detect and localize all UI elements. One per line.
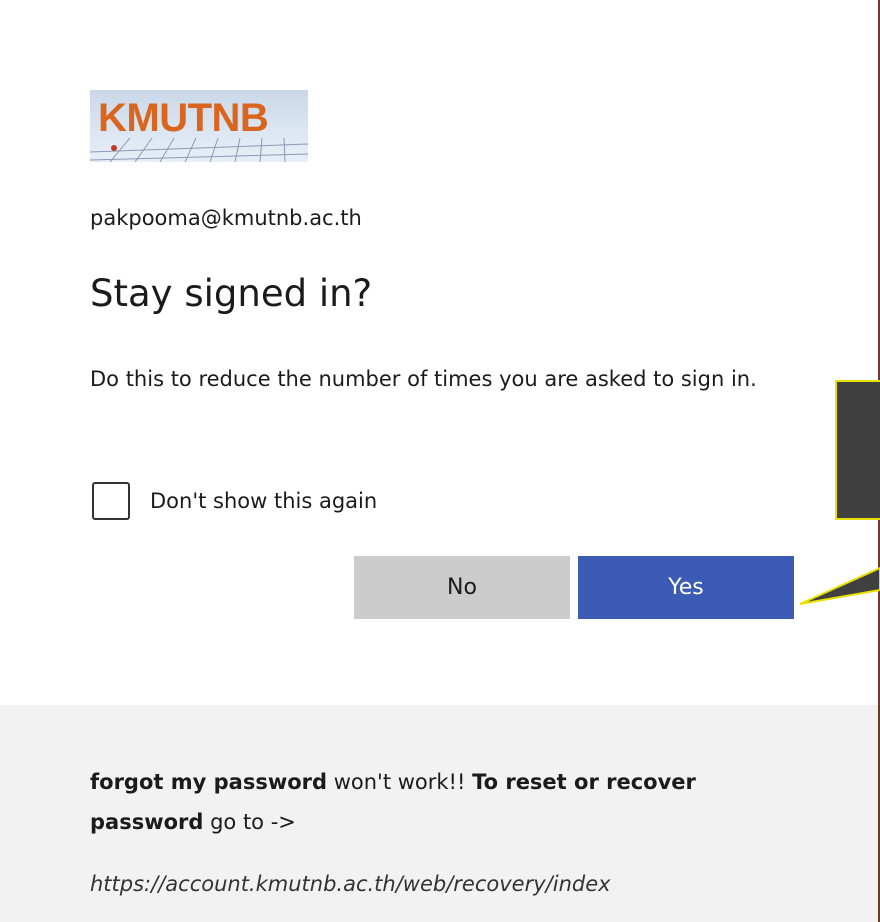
footer-banner: forgot my password won't work!! To reset… xyxy=(0,705,878,922)
footer-wont-work-text: won't work!! xyxy=(327,770,473,794)
sign-in-card: KMUTNB pakpooma@kmutnb.ac.th Stay signed… xyxy=(0,0,878,922)
page-title: Stay signed in? xyxy=(90,272,373,315)
account-email: pakpooma@kmutnb.ac.th xyxy=(90,206,362,230)
dont-show-again-checkbox[interactable] xyxy=(92,482,130,520)
footer-forgot-text: forgot my password xyxy=(90,770,328,794)
dont-show-again-row[interactable]: Don't show this again xyxy=(92,482,377,520)
recovery-url[interactable]: https://account.kmutnb.ac.th/web/recover… xyxy=(90,872,611,896)
annotation-callout-box xyxy=(835,380,880,520)
screen: KMUTNB pakpooma@kmutnb.ac.th Stay signed… xyxy=(0,0,880,922)
yes-button[interactable]: Yes xyxy=(578,556,794,619)
dont-show-again-label: Don't show this again xyxy=(150,489,378,513)
footer-notice: forgot my password won't work!! To reset… xyxy=(90,762,790,842)
footer-go-to-text: go to -> xyxy=(203,810,296,834)
kmutnb-logo: KMUTNB xyxy=(90,90,308,162)
dialog-description: Do this to reduce the number of times yo… xyxy=(90,367,757,391)
no-button[interactable]: No xyxy=(354,556,570,619)
logo-text: KMUTNB xyxy=(98,96,269,140)
